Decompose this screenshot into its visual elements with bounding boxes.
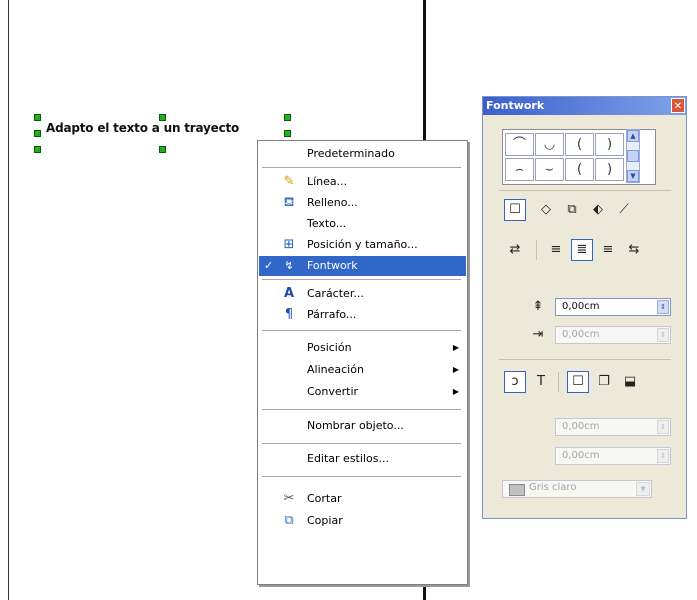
shape-open-arc-down[interactable]: ⌣ (535, 158, 564, 181)
menu-item-linea[interactable]: ✎ Línea... (259, 172, 466, 192)
scroll-down-icon[interactable]: ▼ (627, 170, 639, 182)
divider (558, 372, 559, 392)
menu-item-nombrar-objeto[interactable]: Nombrar objeto... (259, 416, 466, 436)
autosize-text-button[interactable]: ⇆ (623, 239, 645, 261)
align-left-button[interactable]: ≡ (545, 239, 567, 261)
shadow-off-button[interactable]: ☐ (567, 371, 589, 393)
gallery-scrollbar[interactable]: ▲ ▼ (626, 129, 640, 183)
check-icon: ✓ (264, 259, 274, 272)
distance-field[interactable]: 0,00cm ⇕ (555, 298, 671, 316)
text-contour-button[interactable]: T (530, 371, 552, 393)
fontwork-panel: Fontwork ✕ ⌒ ◡ ( ) ⌢ ⌣ ( ) ▲ ▼ ☐ ◇ ⧉ ⬖ ⟋… (482, 96, 687, 519)
menu-item-posicion-tamano[interactable]: ⊞ Posición y tamaño... (259, 235, 466, 255)
shape-gallery: ⌒ ◡ ( ) ⌢ ⌣ ( ) ▲ ▼ (502, 129, 656, 185)
shape-arc-right[interactable]: ) (595, 133, 624, 156)
indent-field[interactable]: 0,00cm ⇕ (555, 326, 671, 344)
menu-separator (262, 330, 461, 332)
shadow-slant-button[interactable]: ⬓ (619, 371, 641, 393)
shape-open-arc-right[interactable]: ) (595, 158, 624, 181)
menu-separator (262, 279, 461, 281)
shape-open-arc-up[interactable]: ⌢ (505, 158, 534, 181)
selection-handle-mid-right[interactable] (284, 130, 291, 137)
fontwork-titlebar[interactable]: Fontwork ✕ (483, 97, 686, 115)
selection-handle-bottom-left[interactable] (34, 146, 41, 153)
selection-handle-mid-left[interactable] (34, 130, 41, 137)
menu-item-cortar[interactable]: ✂ Cortar (259, 489, 466, 509)
chevron-down-icon[interactable]: ▼ (636, 482, 650, 496)
menu-item-predeterminado[interactable]: Predeterminado (259, 144, 466, 164)
shadow-x-field[interactable]: 0,00cm ⇕ (555, 418, 671, 436)
style-upright-button[interactable]: ⧉ (561, 199, 583, 221)
shape-arc-up[interactable]: ⌒ (505, 133, 534, 156)
close-icon[interactable]: ✕ (671, 98, 685, 113)
selection-handle-top-right[interactable] (284, 114, 291, 121)
menu-item-texto[interactable]: Texto... (259, 214, 466, 234)
context-menu: Predeterminado ✎ Línea... ⛾ Relleno... T… (257, 140, 468, 585)
spin-button-icon[interactable]: ⇕ (657, 449, 669, 463)
divider (499, 359, 671, 360)
shadow-y-field[interactable]: 0,00cm ⇕ (555, 447, 671, 465)
scroll-up-icon[interactable]: ▲ (627, 130, 639, 142)
divider (536, 240, 537, 260)
copy-icon: ⧉ (284, 513, 294, 528)
indent-icon: ⇥ (532, 327, 544, 342)
menu-item-convertir[interactable]: Convertir ▶ (259, 382, 466, 402)
shape-open-arc-left[interactable]: ( (565, 158, 594, 181)
spin-button-icon[interactable]: ⇕ (657, 420, 669, 434)
panel-title: Fontwork (486, 99, 545, 112)
selection-handle-bottom-center[interactable] (159, 146, 166, 153)
menu-item-fontwork[interactable]: ✓ ↯ Fontwork (259, 256, 466, 276)
menu-separator (262, 476, 461, 478)
menu-item-parrafo[interactable]: ¶ Párrafo... (259, 305, 466, 325)
scissors-icon: ✂ (283, 491, 295, 506)
submenu-arrow-icon: ▶ (452, 387, 459, 396)
divider (499, 190, 671, 191)
menu-item-editar-estilos[interactable]: Editar estilos... (259, 449, 466, 469)
shape-arc-down[interactable]: ◡ (535, 133, 564, 156)
style-off-button[interactable]: ☐ (504, 199, 526, 221)
scroll-thumb[interactable] (627, 150, 639, 162)
menu-separator (262, 443, 461, 445)
align-center-button[interactable]: ≣ (571, 239, 593, 261)
menu-item-alineacion[interactable]: Alineación ▶ (259, 360, 466, 380)
spin-button-icon[interactable]: ⇕ (657, 300, 669, 314)
shadow-color-select[interactable]: Gris claro ▼ (502, 480, 652, 498)
shape-arc-left[interactable]: ( (565, 133, 594, 156)
style-rotate-button[interactable]: ◇ (535, 199, 557, 221)
position-size-icon: ⊞ (283, 237, 295, 252)
menu-item-relleno[interactable]: ⛾ Relleno... (259, 193, 466, 213)
menu-separator (262, 167, 461, 169)
color-swatch (509, 484, 525, 496)
fill-bucket-icon: ⛾ (283, 195, 295, 210)
align-right-button[interactable]: ≡ (597, 239, 619, 261)
menu-item-copiar[interactable]: ⧉ Copiar (259, 511, 466, 531)
shadow-vertical-button[interactable]: ❐ (593, 371, 615, 393)
selection-handle-top-left[interactable] (34, 114, 41, 121)
menu-item-caracter[interactable]: A Carácter... (259, 284, 466, 304)
style-slant-vertical-button[interactable]: ⟋ (613, 199, 635, 221)
contour-button[interactable]: ↄ (504, 371, 526, 393)
paragraph-icon: ¶ (284, 307, 294, 322)
distance-icon: ⇞ (532, 299, 544, 314)
selection-handle-top-center[interactable] (159, 114, 166, 121)
submenu-arrow-icon: ▶ (452, 343, 459, 352)
menu-separator (262, 409, 461, 411)
orientation-button[interactable]: ⇄ (504, 239, 526, 261)
style-slant-horizontal-button[interactable]: ⬖ (587, 199, 609, 221)
line-icon: ✎ (283, 174, 295, 189)
submenu-arrow-icon: ▶ (452, 365, 459, 374)
fontwork-icon: ↯ (284, 259, 294, 272)
spin-button-icon[interactable]: ⇕ (657, 328, 669, 342)
menu-item-posicion[interactable]: Posición ▶ (259, 338, 466, 358)
text-object[interactable]: Adapto el texto a un trayecto (46, 121, 239, 135)
character-icon: A (283, 286, 295, 301)
